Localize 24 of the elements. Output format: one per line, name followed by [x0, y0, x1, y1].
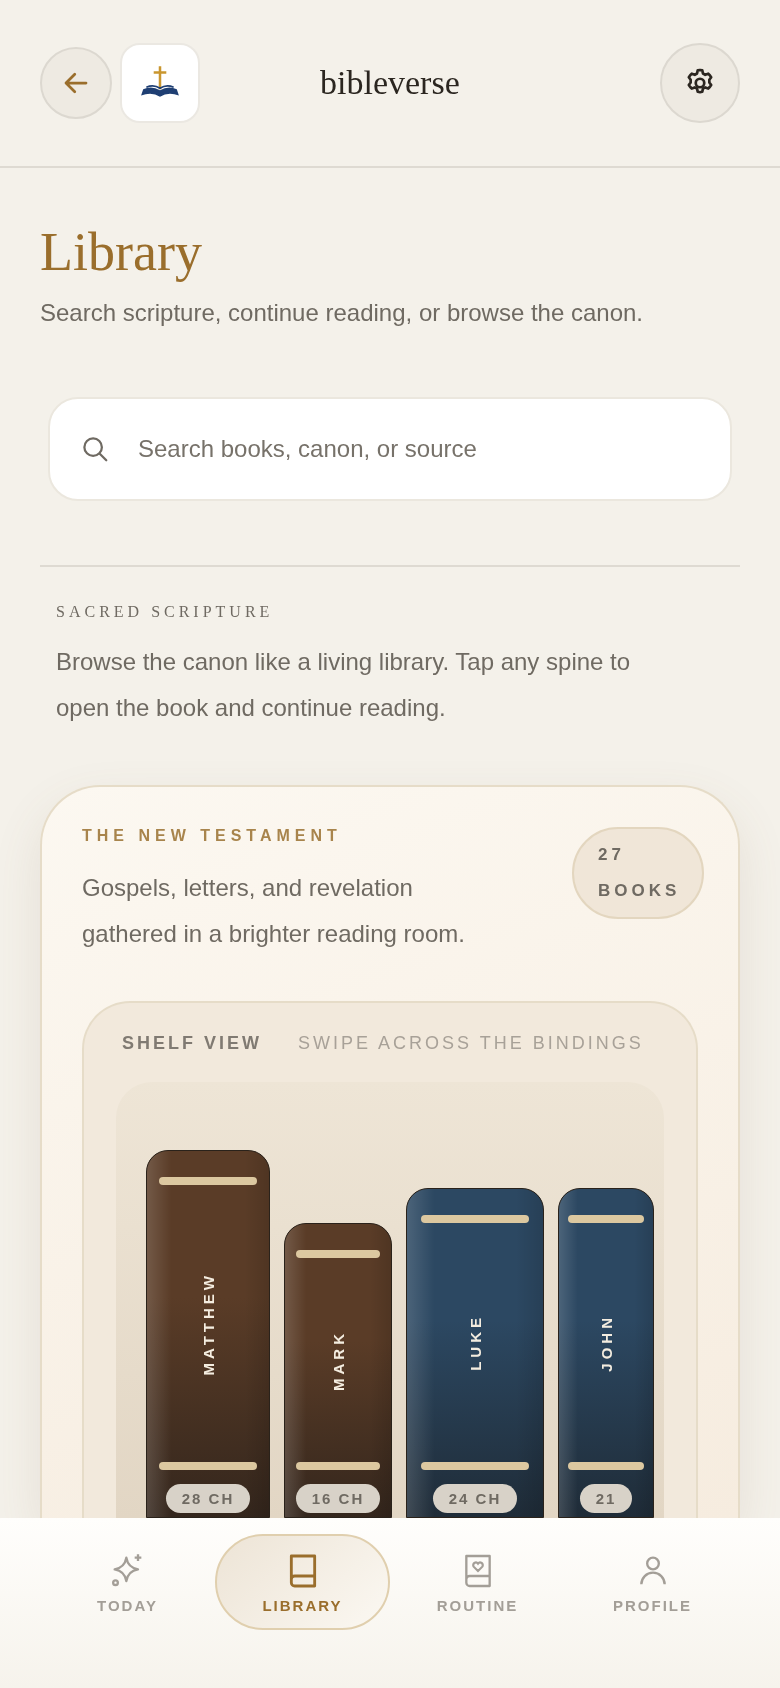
book-title: JOHN	[597, 1313, 615, 1372]
shelf-hint: SWIPE ACROSS THE BINDINGS	[298, 1032, 644, 1054]
book-title: MARK	[329, 1329, 347, 1391]
book-spine[interactable]: LUKE 24 CH	[406, 1188, 544, 1518]
page-title: Library	[40, 221, 203, 284]
section-description: Browse the canon like a living library. Tap any spine to open the book and continue reading.	[56, 646, 632, 723]
shelf-view-label: SHELF VIEW	[122, 1032, 262, 1054]
page-subtitle: Search scripture, continue reading, or browse the canon.	[40, 298, 644, 327]
book-spine[interactable]: JOHN 21	[558, 1188, 654, 1518]
search-field[interactable]: Search books, canon, or source	[48, 396, 732, 501]
book-title: LUKE	[466, 1314, 484, 1371]
chapter-count: 16 CH	[295, 1484, 381, 1513]
chapter-count: 28 CH	[165, 1484, 251, 1513]
nav-tab[interactable]: LIBRARY	[215, 1534, 390, 1630]
testament-description: Gospels, letters, and revelation gathered in a brighter reading room.	[82, 872, 466, 949]
book-title: MATTHEW	[199, 1271, 217, 1376]
testament-label: THE NEW TESTAMENT	[82, 826, 343, 845]
book-spine[interactable]: MATTHEW 28 CH	[146, 1150, 270, 1518]
app-title: bibleverse	[320, 64, 460, 102]
chapter-count: 21	[579, 1484, 633, 1513]
chapter-count: 24 CH	[432, 1484, 518, 1513]
book-spine[interactable]: MARK 16 CH	[284, 1223, 392, 1518]
book-count-badge: 27 BOOKS	[572, 826, 704, 919]
section-label: SACRED SCRIPTURE	[56, 602, 275, 621]
